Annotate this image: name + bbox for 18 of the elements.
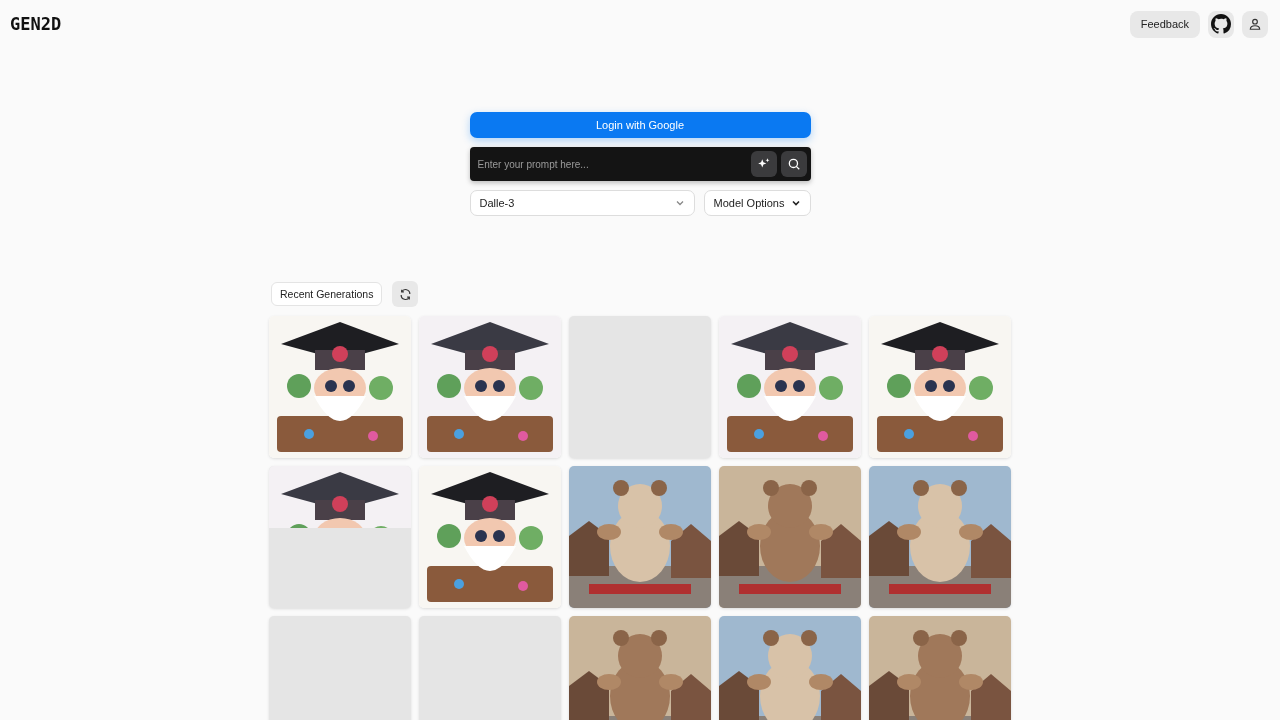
feedback-button[interactable]: Feedback	[1129, 10, 1200, 38]
chevron-down-icon	[674, 198, 685, 208]
refresh-icon	[398, 287, 412, 301]
user-icon	[1248, 17, 1262, 31]
enhance-button[interactable]	[750, 151, 777, 177]
login-button[interactable]: Login with Google	[469, 112, 811, 138]
user-button[interactable]	[1242, 10, 1268, 38]
search-button[interactable]	[780, 151, 807, 177]
search-icon	[786, 157, 801, 171]
model-select[interactable]: Dalle-3	[469, 190, 695, 216]
refresh-button[interactable]	[392, 281, 419, 307]
logo[interactable]: GEN2D	[10, 14, 62, 34]
chevron-down-icon	[790, 198, 801, 208]
model-options-button[interactable]: Model Options	[703, 190, 811, 216]
loading-image-tile[interactable]	[269, 466, 411, 608]
github-button[interactable]	[1208, 10, 1234, 38]
github-icon	[1211, 14, 1231, 34]
recent-generations-label: Recent Generations	[271, 282, 383, 306]
